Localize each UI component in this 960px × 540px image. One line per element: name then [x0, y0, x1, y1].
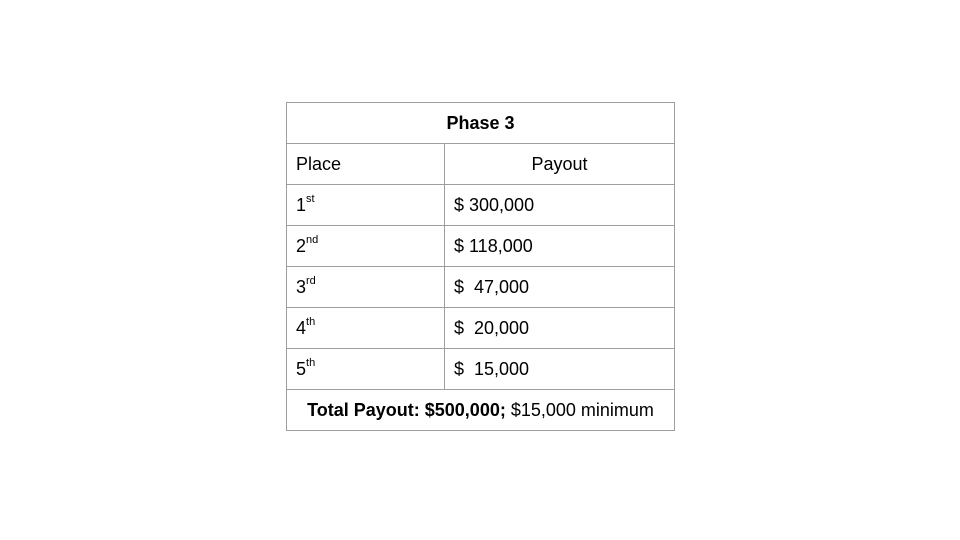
payout-cell: $ 300,000 — [443, 184, 676, 226]
place-number: 3 — [296, 276, 307, 297]
table-row: 4th $ 20,000 — [286, 307, 676, 349]
payout-cell: $ 118,000 — [443, 225, 676, 267]
total-payout-label: Total Payout: $500,000; — [307, 399, 506, 420]
total-payout-note: Total Payout: $500,000; $15,000 minimum — [285, 389, 676, 431]
table-title: Phase 3 — [285, 102, 676, 144]
place-number: 5 — [296, 358, 307, 379]
footer-row: Total Payout: $500,000; $15,000 minimum — [285, 389, 676, 431]
place-cell: 3rd — [286, 266, 445, 308]
place-cell: 4th — [286, 307, 445, 349]
table-row: 3rd $ 47,000 — [286, 266, 676, 308]
place-header: Place — [286, 143, 445, 185]
payout-table: Phase 3 Place Payout 1st $ 300,000 2nd $… — [285, 102, 676, 431]
place-suffix: th — [306, 356, 316, 369]
place-suffix: nd — [306, 233, 319, 246]
table-row: 2nd $ 118,000 — [286, 225, 676, 267]
place-cell: 5th — [286, 348, 445, 390]
title-row: Phase 3 — [285, 102, 676, 144]
place-suffix: st — [306, 192, 315, 205]
place-cell: 1st — [286, 184, 445, 226]
place-suffix: th — [306, 315, 316, 328]
payout-header: Payout — [443, 143, 676, 185]
place-number: 2 — [296, 235, 307, 256]
place-number: 4 — [296, 317, 307, 338]
place-cell: 2nd — [286, 225, 445, 267]
table-row: 5th $ 15,000 — [286, 348, 676, 390]
place-number: 1 — [296, 194, 307, 215]
table-row: 1st $ 300,000 — [286, 184, 676, 226]
header-row: Place Payout — [286, 143, 676, 185]
payout-cell: $ 15,000 — [443, 348, 676, 390]
minimum-payout-text: $15,000 minimum — [505, 399, 654, 420]
payout-cell: $ 20,000 — [443, 307, 676, 349]
payout-cell: $ 47,000 — [443, 266, 676, 308]
place-suffix: rd — [306, 274, 316, 287]
